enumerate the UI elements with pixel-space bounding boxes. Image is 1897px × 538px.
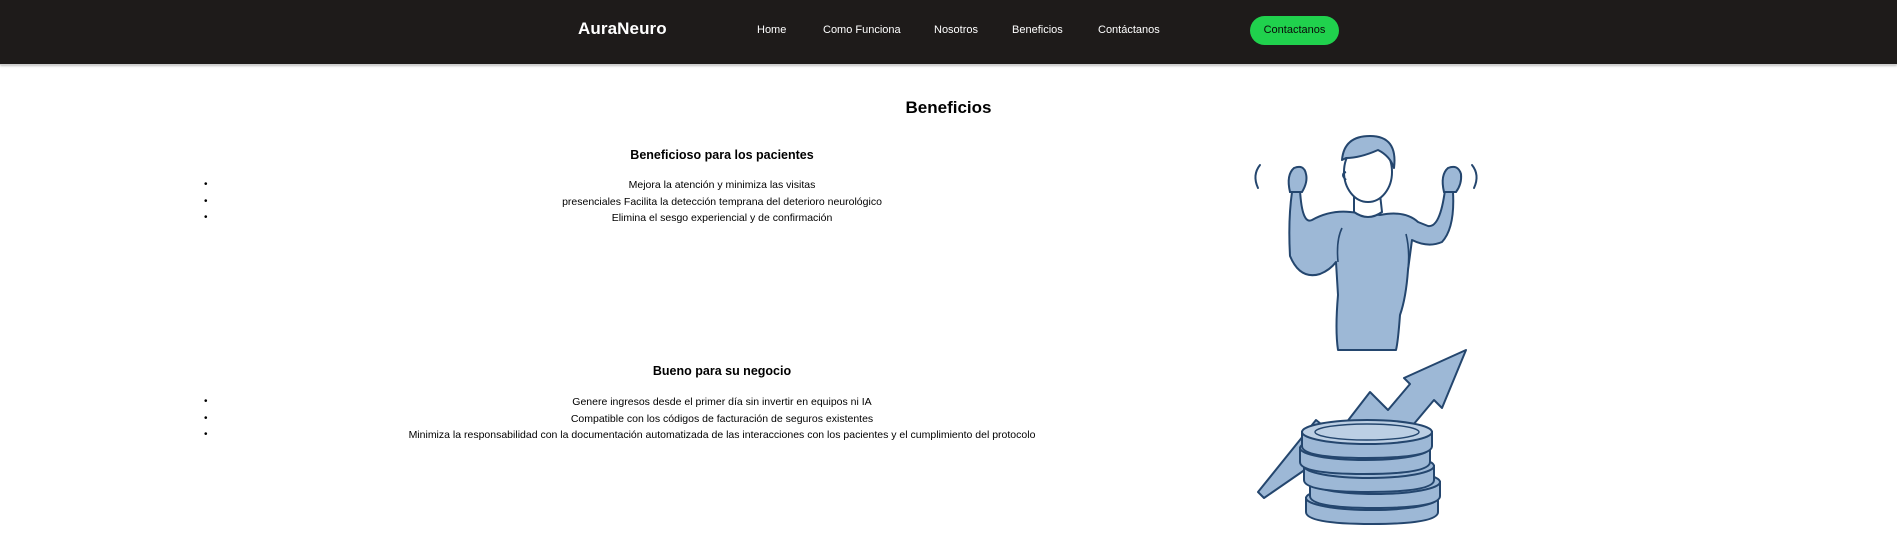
cheering-person-icon bbox=[1254, 135, 1478, 351]
patients-benefit-list: Mejora la atención y minimiza las visita… bbox=[204, 177, 1237, 227]
nav-link-beneficios[interactable]: Beneficios bbox=[1012, 24, 1063, 36]
brand-logo[interactable]: AuraNeuro bbox=[578, 19, 667, 39]
nav-link-nosotros[interactable]: Nosotros bbox=[934, 24, 978, 36]
list-item: Mejora la atención y minimiza las visita… bbox=[204, 177, 1237, 194]
patients-heading: Beneficioso para los pacientes bbox=[630, 148, 814, 162]
nav-link-contactanos[interactable]: Contáctanos bbox=[1098, 24, 1160, 36]
list-item: Compatible con los códigos de facturació… bbox=[204, 411, 1237, 428]
top-navbar: AuraNeuro Home Como Funciona Nosotros Be… bbox=[0, 0, 1897, 65]
list-item: Minimiza la responsabilidad con la docum… bbox=[204, 427, 1237, 444]
business-benefit-list: Genere ingresos desde el primer día sin … bbox=[204, 394, 1237, 444]
list-item: Elimina el sesgo experiencial y de confi… bbox=[204, 210, 1237, 227]
business-heading: Bueno para su negocio bbox=[652, 364, 792, 378]
nav-link-home[interactable]: Home bbox=[757, 24, 786, 36]
list-item: presenciales Facilita la detección tempr… bbox=[204, 194, 1237, 211]
nav-link-como-funciona[interactable]: Como Funciona bbox=[823, 24, 901, 36]
contact-cta-button[interactable]: Contactanos bbox=[1250, 16, 1339, 45]
list-item: Genere ingresos desde el primer día sin … bbox=[204, 394, 1237, 411]
coins-growth-arrow-icon bbox=[1257, 349, 1467, 526]
page-title: Beneficios bbox=[905, 98, 992, 117]
